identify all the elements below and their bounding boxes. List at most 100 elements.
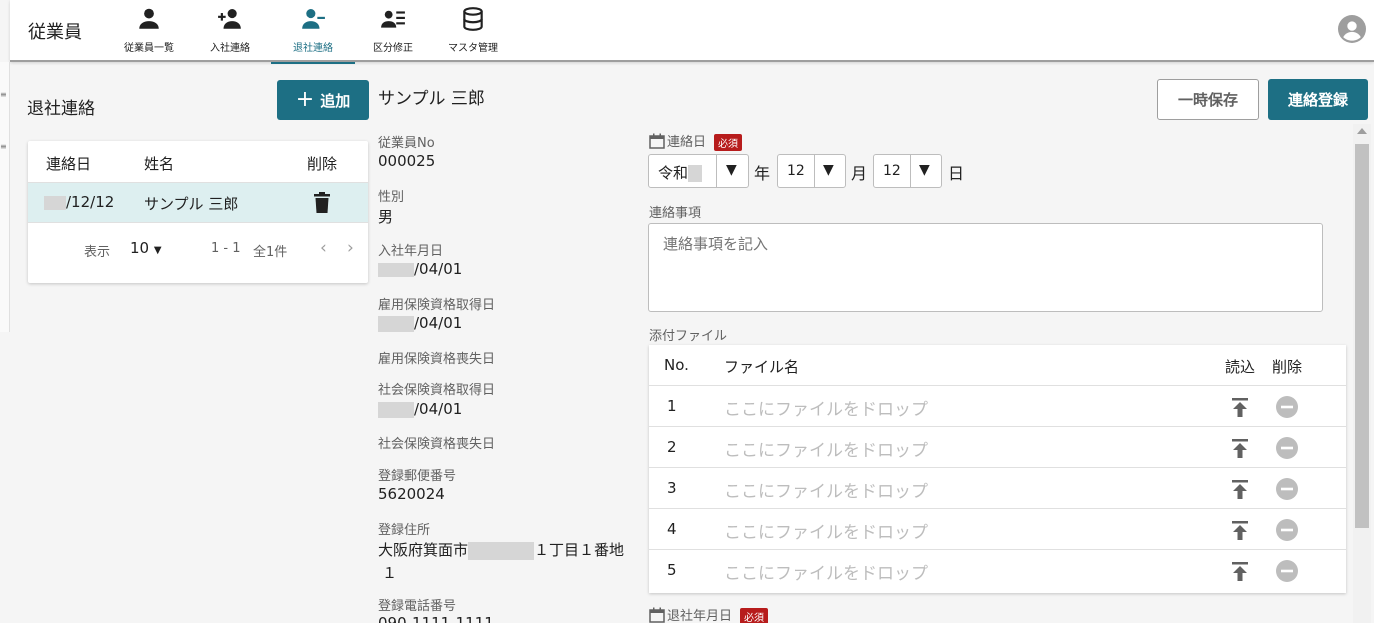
page-size-select[interactable]: 10 ▼ [130,239,162,257]
column-header-delete: 削除 [1272,358,1303,376]
dropdown-arrow-icon: ▼ [919,162,930,178]
field-value-phone: 090-1111-1111 [378,614,494,623]
person-remove-icon [302,9,325,29]
column-header-filename: ファイル名 [724,358,800,376]
register-contact-button[interactable]: 連絡登録 [1268,79,1368,120]
trash-icon[interactable] [312,192,332,214]
contact-date-label: 連絡日 必須 [649,131,743,151]
remove-circle-icon[interactable] [1276,560,1298,582]
file-no: 2 [667,438,677,456]
redacted-block [378,262,414,277]
day-select[interactable]: 12 ▼ [873,154,942,188]
person-list-icon [381,10,405,28]
account-avatar-icon[interactable] [1338,15,1366,43]
column-header-name[interactable]: 姓名 [144,153,174,174]
person-icon [139,8,159,29]
nav-label: 退社連絡 [293,43,333,54]
day-unit: 日 [948,164,965,183]
field-value-emp-ins-acquired: /04/01 [378,314,462,332]
table-row[interactable]: /12/12 サンプル 三郎 [28,183,368,223]
remove-circle-icon[interactable] [1276,478,1298,500]
year-unit: 年 [754,164,771,183]
field-label-emp-ins-lost: 雇用保険資格喪失日 [378,352,496,367]
nav-leave-contact[interactable]: 退社連絡 [271,6,355,64]
field-label-social-ins-lost: 社会保険資格喪失日 [378,437,496,452]
next-page-icon[interactable]: › [347,238,354,258]
calendar-icon [649,607,665,623]
file-drop-row[interactable]: 5 ここにファイルをドロップ [649,550,1346,591]
month-value: 12 [787,163,805,179]
calendar-icon [649,133,665,149]
field-label-emp-ins-acquired: 雇用保険資格取得日 [378,298,496,313]
required-badge: 必須 [714,134,743,151]
page-total: 全1件 [253,245,288,260]
field-value-gender: 男 [378,208,394,226]
remove-circle-icon[interactable] [1276,437,1298,459]
redacted-block [378,401,414,418]
era-value: 令和 [658,162,703,183]
edge-mark: ≡ [0,90,7,99]
file-drop-row[interactable]: 4 ここにファイルをドロップ [649,509,1346,550]
field-label-address: 登録住所 [378,523,431,538]
file-drop-zone[interactable]: ここにファイルをドロップ [724,436,928,461]
upload-icon[interactable] [1229,396,1251,418]
upload-icon[interactable] [1229,437,1251,459]
prev-page-icon[interactable]: ‹ [320,238,327,258]
field-value-postal-code: 5620024 [378,485,445,503]
temp-save-button[interactable]: 一時保存 [1157,79,1259,120]
file-no: 5 [667,561,677,579]
remove-circle-icon[interactable] [1276,396,1298,418]
nav-category-edit[interactable]: 区分修正 [351,6,435,62]
file-no: 3 [667,479,677,497]
nav-master-management[interactable]: マスタ管理 [431,6,515,62]
page-range: 1 - 1 [211,241,241,256]
app-title: 従業員 [28,22,82,43]
vertical-scrollbar[interactable] [1353,124,1371,623]
file-drop-zone[interactable]: ここにファイルをドロップ [724,477,928,502]
scrollbar-thumb[interactable] [1355,144,1369,528]
attachments-label: 添付ファイル [649,329,728,344]
left-edge-strip: ≡ ≡ [0,62,10,332]
nav-employee-list[interactable]: 従業員一覧 [107,6,191,62]
table-header: No. ファイル名 読込 削除 [649,345,1346,386]
file-drop-row[interactable]: 2 ここにファイルをドロップ [649,427,1346,468]
month-select[interactable]: 12 ▼ [777,154,846,188]
nav-join-contact[interactable]: 入社連絡 [188,6,272,62]
table-header: 連絡日 姓名 削除 [28,141,368,183]
attachment-table: No. ファイル名 読込 削除 1 ここにファイルをドロップ 2 ここにファイル… [649,345,1346,593]
nav-label: マスタ管理 [448,43,498,54]
app-header: 従業員 従業員一覧 入社連絡 退社連絡 区分修正 マスタ管理 [10,0,1374,64]
file-drop-zone[interactable]: ここにファイルをドロップ [724,518,928,543]
field-label-join-date: 入社年月日 [378,244,444,259]
upload-icon[interactable] [1229,478,1251,500]
remove-circle-icon[interactable] [1276,519,1298,541]
plus-icon: + [295,87,315,112]
file-no: 1 [667,397,677,415]
file-drop-row[interactable]: 3 ここにファイルをドロップ [649,468,1346,509]
nav-label: 区分修正 [373,43,413,54]
field-label-employee-no: 従業員No [378,136,435,151]
column-header-upload: 読込 [1225,358,1256,376]
page-size-label: 表示 [84,245,111,260]
row-date: /12/12 [44,193,114,211]
edge-mark: ≡ [0,142,7,151]
add-button[interactable]: + 追加 [277,80,369,120]
upload-icon[interactable] [1229,560,1251,582]
person-add-icon [218,9,241,29]
database-icon [463,7,483,31]
field-label-gender: 性別 [378,190,405,205]
list-title: 退社連絡 [27,99,95,119]
file-drop-zone[interactable]: ここにファイルをドロップ [724,395,928,420]
redacted-block [378,315,414,332]
column-header-date[interactable]: 連絡日 [46,153,91,174]
contact-matter-input[interactable] [648,223,1323,312]
field-value-join-date: /04/01 [378,260,462,278]
column-header-no: No. [664,356,689,374]
retire-date-label: 退社年月日 必須 [649,605,769,623]
file-drop-row[interactable]: 1 ここにファイルをドロップ [649,386,1346,427]
era-select[interactable]: 令和 ▼ [648,154,749,188]
file-drop-zone[interactable]: ここにファイルをドロップ [724,559,928,584]
scroll-up-arrow-icon[interactable] [1357,128,1367,134]
upload-icon[interactable] [1229,519,1251,541]
contact-matter-label: 連絡事項 [649,206,702,221]
